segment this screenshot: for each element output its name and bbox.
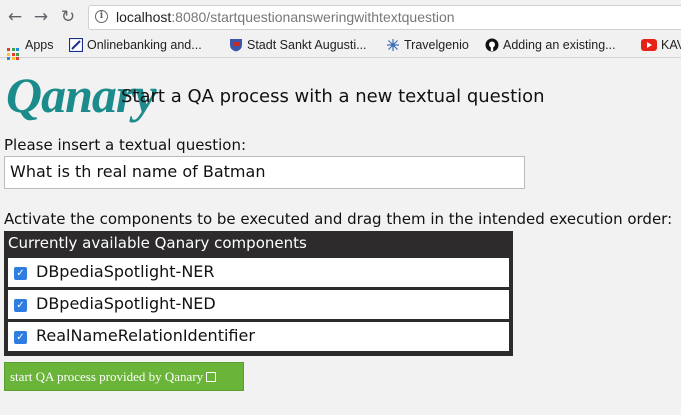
bookmark-stadt[interactable]: Stadt Sankt Augusti... xyxy=(229,37,367,54)
components-header: Currently available Qanary components xyxy=(8,234,307,252)
bookmark-label: Onlinebanking and... xyxy=(87,38,202,52)
component-name: RealNameRelationIdentifier xyxy=(36,326,255,345)
bookmark-label: KAV xyxy=(661,38,681,52)
start-qa-label: start QA process provided by Qanary xyxy=(10,369,204,384)
square-icon xyxy=(206,372,217,382)
activate-components-label: Activate the components to be executed a… xyxy=(4,210,673,228)
github-icon xyxy=(485,38,499,52)
component-name: DBpediaSpotlight-NED xyxy=(36,294,216,313)
url-text: localhost:8080/startquestionansweringwit… xyxy=(116,9,455,25)
bookmark-label: Stadt Sankt Augusti... xyxy=(247,38,367,52)
component-name: DBpediaSpotlight-NER xyxy=(36,262,215,281)
back-arrow-icon[interactable]: ← xyxy=(6,7,24,27)
components-panel: Currently available Qanary components ✓ … xyxy=(4,231,513,356)
component-checkbox[interactable]: ✓ xyxy=(14,267,27,280)
start-qa-button[interactable]: start QA process provided by Qanary xyxy=(4,362,244,391)
bookmark-adding[interactable]: Adding an existing... xyxy=(485,37,616,54)
browser-toolbar: ← → ↻ i localhost:8080/startquestionansw… xyxy=(0,0,681,34)
travel-icon xyxy=(387,39,399,51)
component-item[interactable]: ✓ RealNameRelationIdentifier xyxy=(8,322,509,351)
url-host: localhost xyxy=(116,9,172,25)
bookmark-onlinebanking[interactable]: Onlinebanking and... xyxy=(69,37,202,54)
bookmark-label: Travelgenio xyxy=(404,38,469,52)
url-path: :8080/startquestionansweringwithtextques… xyxy=(171,9,455,25)
bookmark-kav[interactable]: KAV xyxy=(641,37,681,54)
question-input[interactable]: What is th real name of Batman xyxy=(4,156,525,189)
forward-arrow-icon[interactable]: → xyxy=(32,7,50,27)
crest-icon xyxy=(230,39,242,52)
bookmark-label: Adding an existing... xyxy=(503,38,616,52)
component-item[interactable]: ✓ DBpediaSpotlight-NER xyxy=(8,258,509,287)
apps-grid-icon xyxy=(7,48,19,60)
bookmark-label: Apps xyxy=(25,38,54,52)
bank-icon xyxy=(69,38,83,52)
reload-icon[interactable]: ↻ xyxy=(59,7,77,27)
youtube-icon xyxy=(641,39,657,51)
address-bar[interactable]: i localhost:8080/startquestionansweringw… xyxy=(88,5,681,30)
component-checkbox[interactable]: ✓ xyxy=(14,299,27,312)
component-item[interactable]: ✓ DBpediaSpotlight-NED xyxy=(8,290,509,319)
bookmark-travelgenio[interactable]: Travelgenio xyxy=(386,37,469,54)
component-checkbox[interactable]: ✓ xyxy=(14,331,27,344)
question-label: Please insert a textual question: xyxy=(4,136,247,154)
page-title: Start a QA process with a new textual qu… xyxy=(121,86,545,107)
info-icon[interactable]: i xyxy=(95,10,108,23)
bookmark-apps[interactable]: Apps xyxy=(7,37,54,60)
bookmarks-bar: Apps Onlinebanking and... Stadt Sankt Au… xyxy=(0,34,681,60)
